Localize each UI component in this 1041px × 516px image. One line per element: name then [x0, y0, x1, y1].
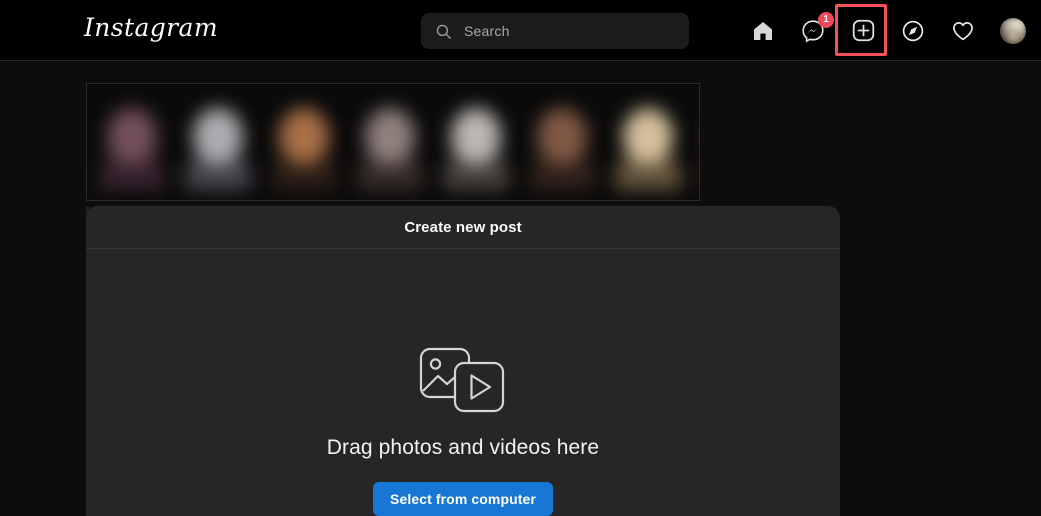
heart-icon[interactable]	[949, 17, 977, 45]
avatar	[1000, 17, 1026, 44]
story-item[interactable]	[443, 102, 509, 190]
home-icon[interactable]	[749, 17, 777, 45]
modal-header: Create new post	[86, 206, 840, 249]
search-icon	[435, 23, 452, 40]
messenger-icon[interactable]: 1	[799, 11, 834, 45]
select-from-computer-button[interactable]: Select from computer	[373, 482, 553, 516]
stories-tray[interactable]	[86, 83, 700, 201]
story-item[interactable]	[615, 102, 681, 190]
story-item[interactable]	[99, 102, 165, 190]
story-item[interactable]	[357, 102, 423, 190]
search-placeholder-text: Search	[464, 23, 510, 39]
stories-list	[87, 95, 699, 191]
modal-body[interactable]: Drag photos and videos here Select from …	[86, 249, 840, 516]
story-item[interactable]	[271, 102, 337, 190]
create-new-post-modal: Create new post Drag photos and videos h…	[86, 206, 840, 516]
instagram-app: Instagram Search 1 Create new post Drag …	[0, 0, 1041, 516]
top-navigation-bar: Instagram Search 1	[0, 0, 1041, 61]
drag-drop-instruction: Drag photos and videos here	[326, 436, 600, 459]
story-item[interactable]	[185, 102, 251, 190]
photo-video-icon	[414, 341, 512, 419]
profile-avatar[interactable]	[999, 17, 1027, 45]
create-post-icon[interactable]	[835, 3, 887, 56]
messenger-unread-badge: 1	[818, 11, 834, 28]
navigation-icon-group: 1	[749, 0, 1027, 61]
story-item[interactable]	[529, 102, 595, 190]
page-title: Create new post	[404, 218, 522, 236]
search-input[interactable]: Search	[421, 13, 689, 49]
instagram-logo[interactable]: Instagram	[84, 13, 218, 42]
explore-compass-icon[interactable]	[899, 17, 927, 45]
